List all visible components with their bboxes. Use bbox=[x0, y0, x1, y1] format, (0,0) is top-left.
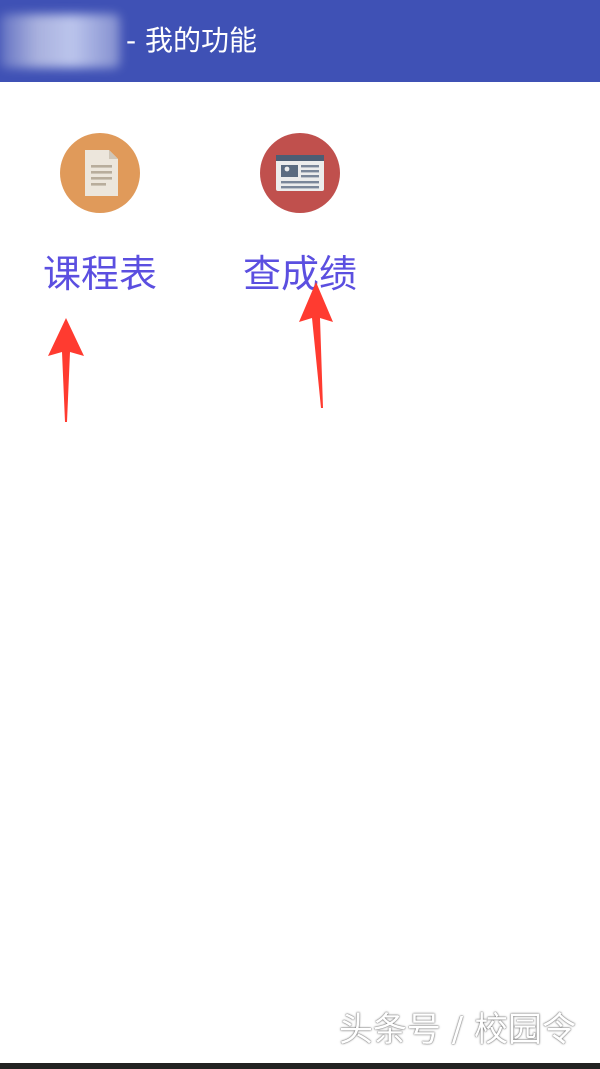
page-title: - 我的功能 bbox=[126, 24, 258, 57]
up-arrow-annotation-icon bbox=[48, 318, 84, 422]
feature-check-grades[interactable]: 查成绩 bbox=[210, 133, 390, 303]
up-arrow-annotation-icon bbox=[299, 282, 333, 408]
app-bar: - 我的功能 bbox=[0, 0, 600, 82]
bottom-edge bbox=[0, 1063, 600, 1069]
feature-course-schedule[interactable]: 课程表 bbox=[10, 133, 190, 303]
feature-label-course-schedule[interactable]: 课程表 bbox=[10, 249, 190, 299]
watermark: 头条号 / 校园令 bbox=[338, 1010, 576, 1050]
document-icon[interactable] bbox=[60, 133, 140, 213]
newspaper-icon[interactable] bbox=[260, 133, 340, 213]
blurred-app-name bbox=[0, 14, 120, 68]
